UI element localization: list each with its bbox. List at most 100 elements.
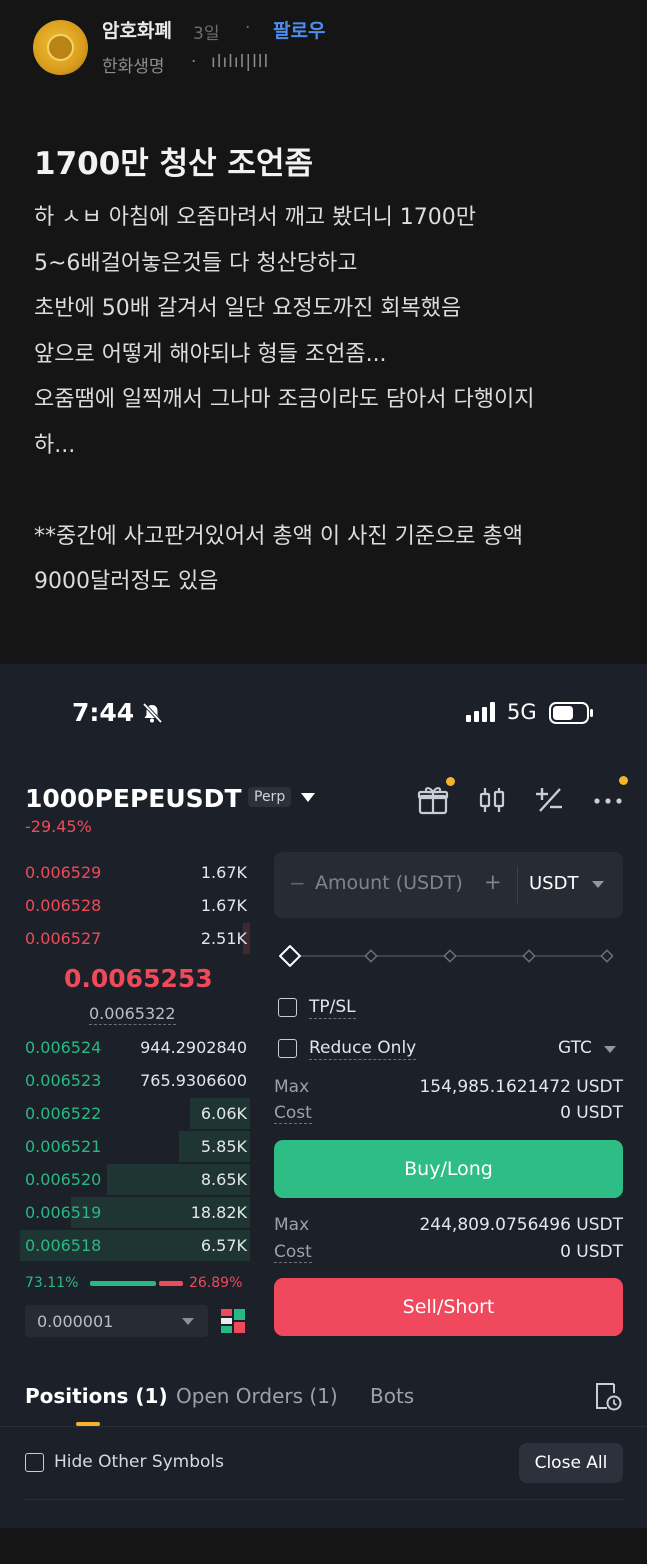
amount-placeholder: Amount (USDT) bbox=[315, 872, 463, 894]
sell-cost-label[interactable]: Cost bbox=[274, 1242, 312, 1263]
author-avatar[interactable] bbox=[33, 20, 88, 75]
author-name[interactable]: 암호화폐 bbox=[102, 16, 172, 43]
bid-price: 0.006523 bbox=[25, 1071, 102, 1090]
candlestick-chart-icon[interactable] bbox=[476, 784, 508, 816]
notification-dot bbox=[619, 776, 628, 785]
bid-row[interactable]: 0.006524 944.2902840 bbox=[0, 1031, 250, 1064]
buy-cost-label[interactable]: Cost bbox=[274, 1103, 312, 1124]
battery-icon bbox=[549, 702, 593, 724]
contract-type-badge: Perp bbox=[248, 787, 292, 807]
bid-price: 0.006519 bbox=[25, 1203, 102, 1222]
amount-input[interactable]: − Amount (USDT) + USDT bbox=[274, 852, 623, 918]
tab-open-orders[interactable]: Open Orders (1) bbox=[176, 1384, 338, 1408]
ask-quantity: 2.51K bbox=[200, 929, 247, 948]
mark-price[interactable]: 0.0065322 bbox=[89, 1004, 176, 1025]
bid-row[interactable]: 0.006519 18.82K bbox=[0, 1196, 250, 1229]
post-line: 앞으로 어떻게 해야되냐 형들 조언좀... bbox=[34, 341, 387, 367]
separator-dot: · bbox=[191, 52, 197, 72]
bid-row[interactable]: 0.006522 6.06K bbox=[0, 1097, 250, 1130]
hide-other-symbols-checkbox[interactable] bbox=[25, 1453, 44, 1472]
more-options-icon[interactable] bbox=[592, 784, 624, 816]
tpsl-label[interactable]: TP/SL bbox=[309, 997, 356, 1019]
time-in-force-select[interactable]: GTC bbox=[558, 1038, 592, 1058]
symbol-name[interactable]: 1000PEPEUSDT bbox=[25, 784, 242, 813]
reduce-only-checkbox[interactable] bbox=[278, 1039, 297, 1058]
sell-max-label: Max bbox=[274, 1215, 310, 1235]
post-body: 하 ㅅㅂ 아침에 오줌마려서 깨고 봤더니 1700만 5~6배걸어놓은것들 다… bbox=[34, 195, 624, 605]
network-type: 5G bbox=[507, 700, 537, 724]
orderbook-layout-icon[interactable] bbox=[220, 1308, 246, 1334]
chevron-down-icon bbox=[182, 1318, 194, 1325]
bid-quantity: 944.2902840 bbox=[140, 1038, 247, 1057]
status-time: 7:44 bbox=[72, 698, 135, 727]
price-change: -29.45% bbox=[25, 817, 92, 836]
bid-quantity: 8.65K bbox=[200, 1170, 247, 1189]
last-price: 0.0065253 bbox=[64, 964, 213, 993]
follow-button[interactable]: 팔로우 bbox=[273, 16, 325, 43]
ask-price: 0.006528 bbox=[25, 896, 102, 915]
tpsl-checkbox[interactable] bbox=[278, 998, 297, 1017]
bid-row[interactable]: 0.006521 5.85K bbox=[0, 1130, 250, 1163]
tabs-divider bbox=[0, 1426, 647, 1427]
ask-price: 0.006529 bbox=[25, 863, 102, 882]
notification-dot bbox=[446, 777, 455, 786]
tab-positions[interactable]: Positions (1) bbox=[25, 1384, 168, 1408]
increase-amount-button[interactable]: + bbox=[484, 870, 502, 894]
post-line: 9000달러정도 있음 bbox=[34, 569, 219, 594]
author-company: 한화생명 bbox=[102, 57, 165, 77]
bid-quantity: 18.82K bbox=[190, 1203, 247, 1222]
post-time: 3일 bbox=[193, 24, 220, 44]
ask-row[interactable]: 0.006529 1.67K bbox=[0, 856, 250, 889]
buy-ratio-bar bbox=[90, 1281, 156, 1286]
buy-long-button[interactable]: Buy/Long bbox=[274, 1140, 623, 1198]
buy-cost-value: 0 USDT bbox=[560, 1103, 623, 1123]
bid-row[interactable]: 0.006520 8.65K bbox=[0, 1163, 250, 1196]
bid-price: 0.006521 bbox=[25, 1137, 102, 1156]
calculator-icon[interactable] bbox=[533, 784, 565, 816]
decrease-amount-button[interactable]: − bbox=[289, 871, 306, 895]
ask-row[interactable]: 0.006527 2.51K bbox=[0, 922, 250, 955]
bid-price: 0.006524 bbox=[25, 1038, 102, 1057]
post-line: **중간에 사고판거있어서 총액 이 사진 기준으로 총액 bbox=[34, 523, 524, 549]
chevron-down-icon[interactable] bbox=[604, 1046, 616, 1053]
bid-quantity: 765.9306600 bbox=[140, 1071, 247, 1090]
bid-row[interactable]: 0.006523 765.9306600 bbox=[0, 1064, 250, 1097]
bid-price: 0.006522 bbox=[25, 1104, 102, 1123]
exchange-screenshot: 7:44 5G 1000PEPEUSDT Perp -29.45% 0.0065… bbox=[0, 664, 647, 1528]
ask-quantity: 1.67K bbox=[200, 896, 247, 915]
bid-quantity: 5.85K bbox=[200, 1137, 247, 1156]
ask-quantity: 1.67K bbox=[200, 863, 247, 882]
buy-max-value: 154,985.1621472 USDT bbox=[419, 1077, 623, 1097]
community-post: 암호화폐 3일 · 팔로우 한화생명 · ılılıl|lll 1700만 청산… bbox=[0, 0, 647, 664]
author-level: ılılıl|lll bbox=[211, 52, 270, 72]
bid-price: 0.006520 bbox=[25, 1170, 102, 1189]
reduce-only-label[interactable]: Reduce Only bbox=[309, 1038, 417, 1060]
divider bbox=[25, 1499, 623, 1500]
post-line: 하 ㅅㅂ 아침에 오줌마려서 깨고 봤더니 1700만 bbox=[34, 205, 477, 230]
bid-price: 0.006518 bbox=[25, 1236, 102, 1255]
price-precision-select[interactable]: 0.000001 bbox=[25, 1305, 208, 1337]
symbol-dropdown-icon[interactable] bbox=[301, 793, 315, 802]
tab-bots[interactable]: Bots bbox=[370, 1384, 414, 1408]
order-history-icon[interactable] bbox=[594, 1381, 622, 1411]
post-title: 1700만 청산 조언좀 bbox=[34, 146, 313, 182]
chevron-down-icon[interactable] bbox=[592, 881, 604, 888]
amount-unit-select[interactable]: USDT bbox=[529, 873, 578, 894]
sell-max-value: 244,809.0756496 USDT bbox=[419, 1215, 623, 1235]
bottom-strip bbox=[0, 1528, 647, 1564]
bid-quantity: 6.06K bbox=[200, 1104, 247, 1123]
hide-other-symbols-label[interactable]: Hide Other Symbols bbox=[54, 1452, 224, 1472]
close-all-button[interactable]: Close All bbox=[519, 1443, 623, 1483]
coin-icon bbox=[47, 34, 74, 61]
buy-ratio: 73.11% bbox=[25, 1275, 79, 1291]
divider bbox=[517, 866, 518, 904]
amount-slider[interactable] bbox=[279, 945, 613, 967]
sell-ratio: 26.89% bbox=[189, 1275, 243, 1291]
ask-row[interactable]: 0.006528 1.67K bbox=[0, 889, 250, 922]
separator-dot: · bbox=[245, 18, 251, 38]
post-line: 5~6배걸어놓은것들 다 청산당하고 bbox=[34, 250, 358, 276]
buy-max-label: Max bbox=[274, 1077, 310, 1097]
sell-short-button[interactable]: Sell/Short bbox=[274, 1278, 623, 1336]
gift-icon[interactable] bbox=[417, 784, 449, 816]
bid-row[interactable]: 0.006518 6.57K bbox=[0, 1229, 250, 1262]
